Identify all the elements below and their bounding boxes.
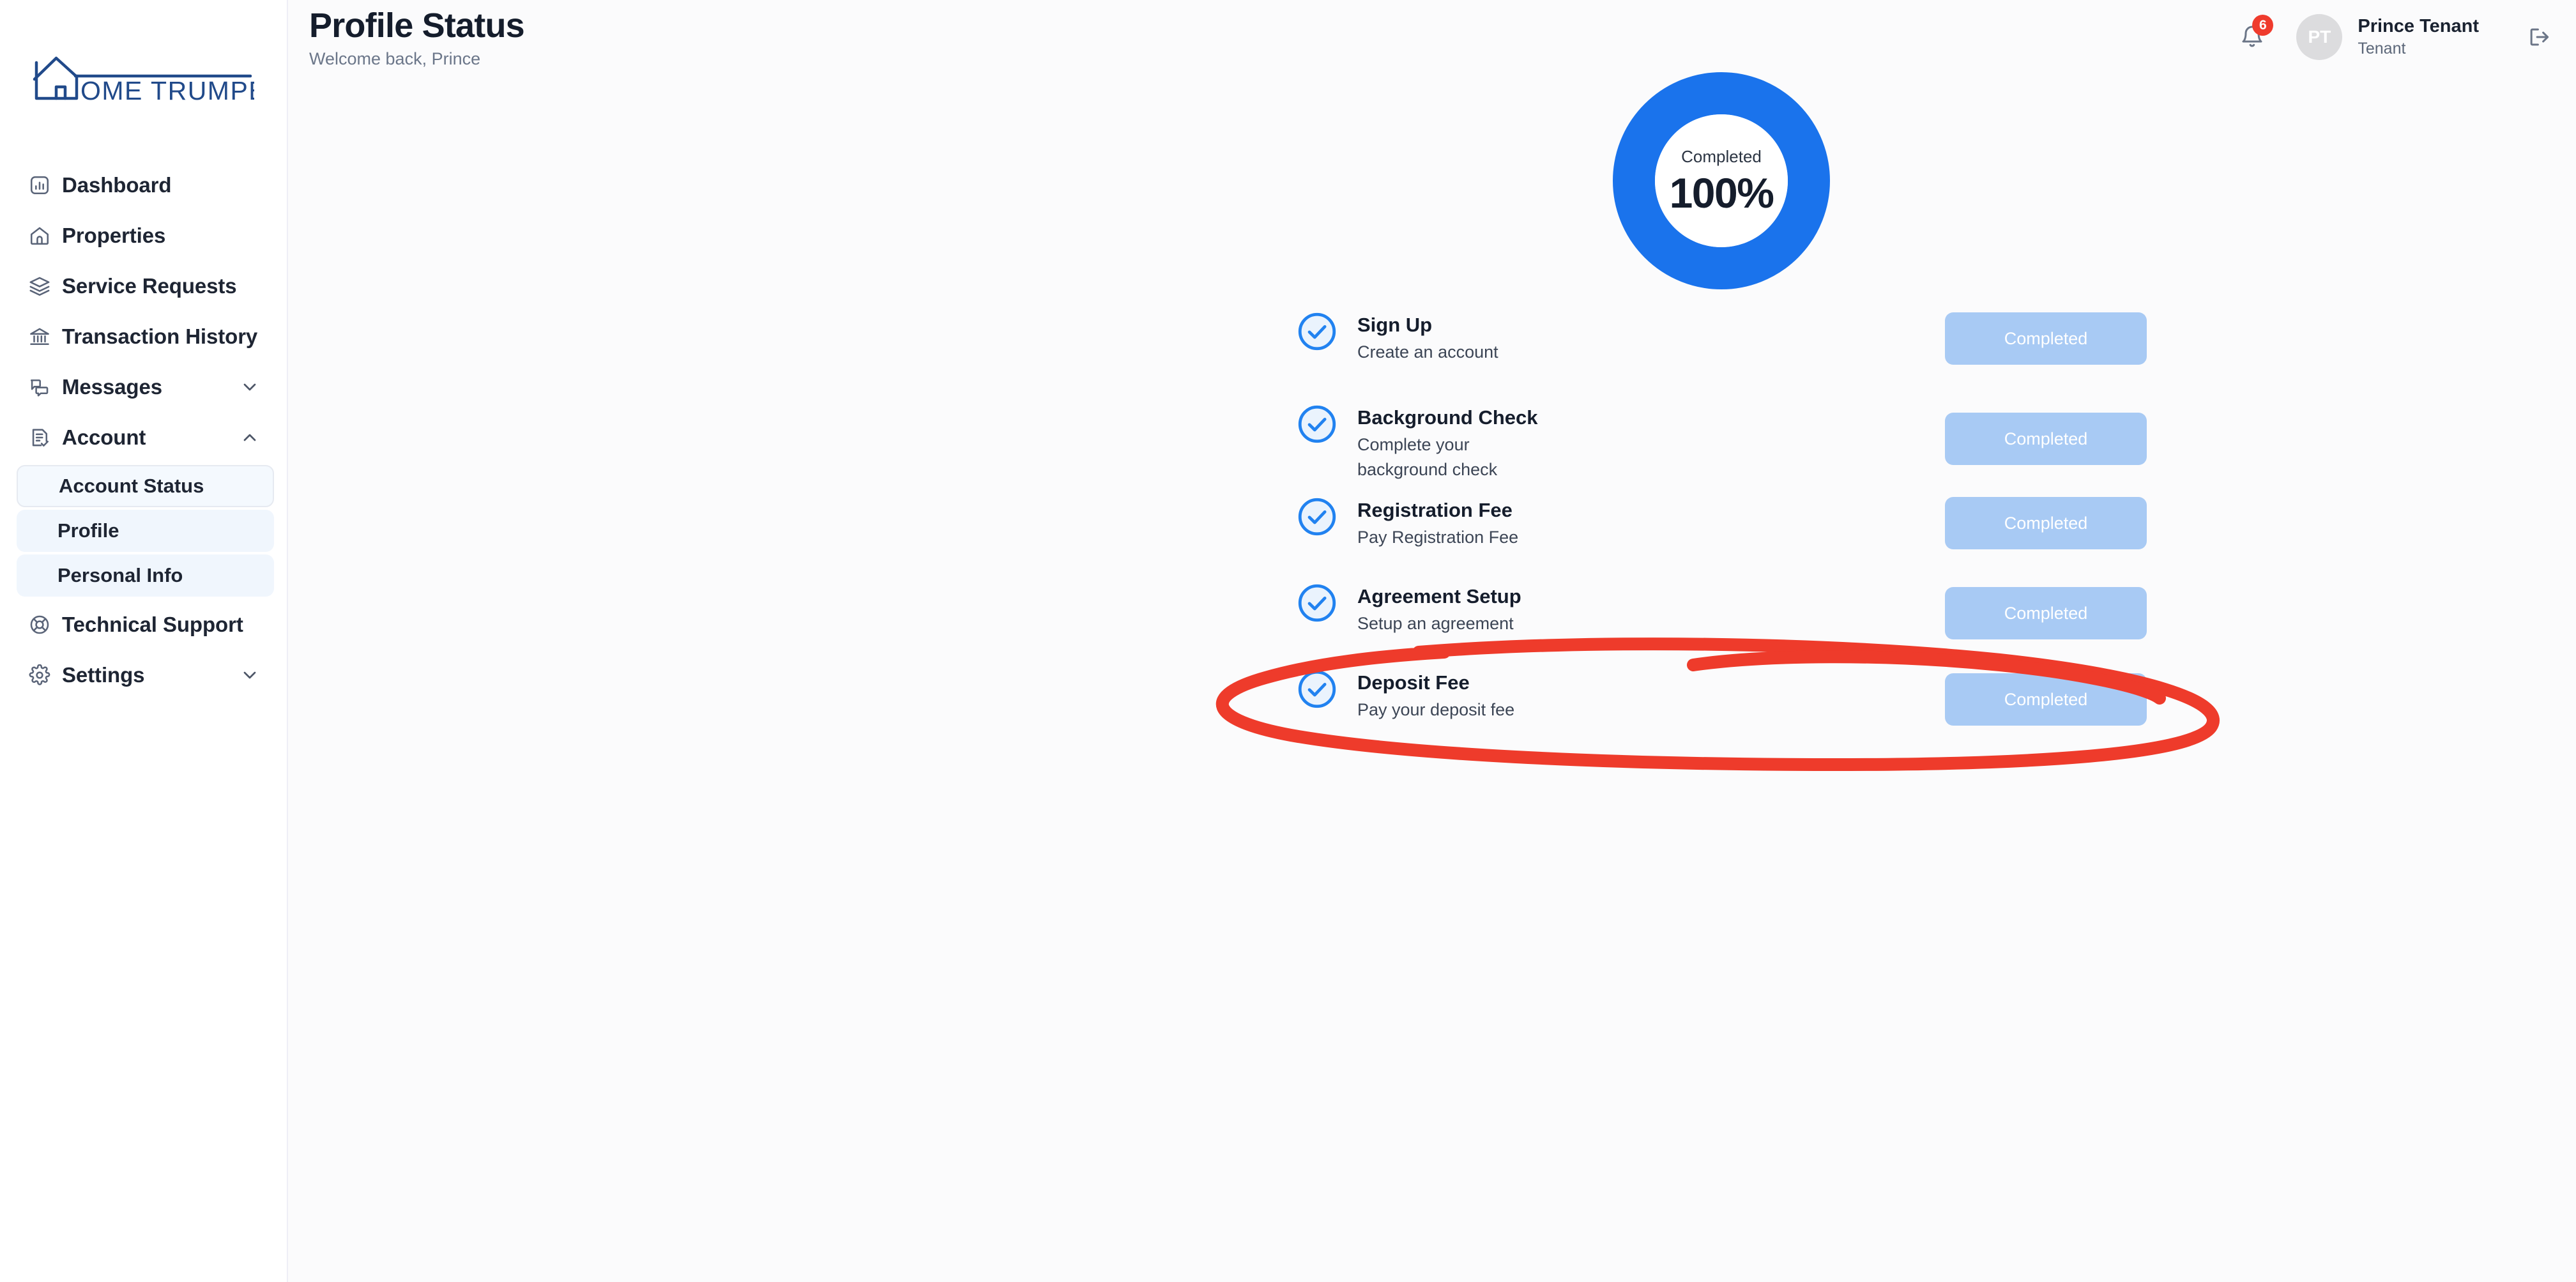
check-circle-icon: [1297, 669, 1337, 709]
checklist-step-title: Registration Fee: [1357, 499, 1513, 521]
checklist-step-title: Agreement Setup: [1357, 585, 1521, 607]
check-circle-icon: [1297, 404, 1337, 444]
user-info[interactable]: Prince Tenant Tenant: [2358, 16, 2479, 57]
checklist-row-text: Sign Up Create an account: [1357, 312, 1498, 365]
onboarding-checklist: Sign Up Create an account Completed Back…: [1297, 312, 2147, 756]
user-name: Prince Tenant: [2358, 16, 2479, 37]
document-check-icon: [22, 427, 57, 448]
progress-ring-graphic: [1613, 72, 1830, 289]
sidebar-item-label: Settings: [62, 662, 145, 687]
user-role: Tenant: [2358, 39, 2406, 57]
user-area: 6 PT Prince Tenant Tenant: [2232, 0, 2576, 60]
checklist-row-info: Registration Fee Pay Registration Fee: [1297, 497, 1945, 550]
page-header: Profile Status Welcome back, Prince 6 PT…: [288, 0, 2576, 75]
app-root: OME TRUMPETER Dashboard: [0, 0, 2576, 1282]
logout-icon: [2530, 28, 2549, 46]
sidebar: OME TRUMPETER Dashboard: [0, 0, 288, 1282]
checklist-row-info: Deposit Fee Pay your deposit fee: [1297, 669, 1945, 722]
sidebar-item-technical-support[interactable]: Technical Support: [0, 599, 287, 650]
checklist-step-title: Sign Up: [1357, 314, 1433, 336]
check-circle-icon: [1297, 312, 1337, 351]
sidebar-item-label: Messages: [62, 374, 162, 399]
main-content: Profile Status Welcome back, Prince 6 PT…: [288, 0, 2576, 1282]
sidebar-item-messages[interactable]: Messages: [0, 362, 287, 412]
checklist-row-info: Sign Up Create an account: [1297, 312, 1945, 365]
sidebar-nav: Dashboard Properties Service Requests Tr…: [0, 160, 287, 700]
checklist-row-text: Agreement Setup Setup an agreement: [1357, 583, 1521, 636]
sidebar-item-properties[interactable]: Properties: [0, 210, 287, 261]
house-icon: [22, 225, 57, 247]
sidebar-item-label: Technical Support: [62, 612, 243, 636]
bank-icon: [22, 326, 57, 347]
checklist-row-info: Background Check Complete your backgroun…: [1297, 404, 1945, 482]
sidebar-item-label: Dashboard: [62, 172, 172, 197]
page-heading: Profile Status Welcome back, Prince: [288, 0, 525, 69]
bar-chart-icon: [22, 174, 57, 196]
notifications-button[interactable]: 6: [2232, 15, 2274, 57]
chevron-up-icon[interactable]: [240, 427, 260, 448]
page-subtitle: Welcome back, Prince: [309, 49, 481, 69]
page-title: Profile Status: [309, 6, 525, 45]
sidebar-item-profile[interactable]: Profile: [17, 510, 274, 552]
check-circle-icon: [1297, 583, 1337, 623]
checklist-row: Agreement Setup Setup an agreement Compl…: [1297, 583, 2147, 669]
chat-bubbles-icon: [22, 376, 57, 398]
layers-icon: [22, 275, 57, 297]
sidebar-item-label: Properties: [62, 223, 166, 247]
chevron-down-icon[interactable]: [240, 377, 260, 397]
checklist-row: Sign Up Create an account Completed: [1297, 312, 2147, 404]
sidebar-item-settings[interactable]: Settings: [0, 650, 287, 700]
sidebar-item-account-status[interactable]: Account Status: [17, 465, 274, 507]
checklist-step-description: Pay your deposit fee: [1357, 700, 1515, 720]
brand-logo[interactable]: OME TRUMPETER: [0, 0, 287, 160]
chevron-down-icon[interactable]: [240, 665, 260, 685]
sidebar-item-personal-info[interactable]: Personal Info: [17, 554, 274, 597]
sidebar-item-dashboard[interactable]: Dashboard: [0, 160, 287, 210]
home-trumpeter-logo-icon: OME TRUMPETER: [33, 56, 254, 105]
checklist-row: Registration Fee Pay Registration Fee Co…: [1297, 497, 2147, 583]
sidebar-subitem-label: Personal Info: [57, 564, 183, 586]
checklist-row: Background Check Complete your backgroun…: [1297, 404, 2147, 497]
gear-icon: [22, 664, 57, 686]
sidebar-item-service-requests[interactable]: Service Requests: [0, 261, 287, 311]
sidebar-item-label: Service Requests: [62, 273, 237, 298]
checklist-status-button[interactable]: Completed: [1945, 413, 2147, 465]
sidebar-item-transaction-history[interactable]: Transaction History: [0, 311, 287, 362]
checklist-status-button[interactable]: Completed: [1945, 587, 2147, 639]
lifebuoy-icon: [22, 614, 57, 636]
checklist-step-description: Create an account: [1357, 342, 1498, 362]
checklist-row-text: Background Check Complete your backgroun…: [1357, 404, 1549, 482]
checklist-row-info: Agreement Setup Setup an agreement: [1297, 583, 1945, 636]
checklist-step-description: Pay Registration Fee: [1357, 528, 1519, 547]
avatar[interactable]: PT: [2296, 14, 2343, 60]
checklist-step-description: Setup an agreement: [1357, 614, 1514, 634]
check-circle-icon: [1297, 497, 1337, 537]
profile-completion-ring: Completed 100%: [1613, 72, 1830, 289]
sidebar-item-label: Transaction History: [62, 324, 258, 348]
sidebar-item-account[interactable]: Account: [0, 412, 287, 462]
sidebar-subitem-label: Account Status: [59, 475, 204, 497]
svg-text:OME TRUMPETER: OME TRUMPETER: [80, 76, 254, 105]
checklist-row-text: Deposit Fee Pay your deposit fee: [1357, 669, 1514, 722]
checklist-step-title: Background Check: [1357, 406, 1538, 429]
checklist-status-button[interactable]: Completed: [1945, 312, 2147, 365]
notification-count-badge: 6: [2252, 15, 2274, 36]
checklist-row-text: Registration Fee Pay Registration Fee: [1357, 497, 1518, 550]
sidebar-item-label: Account: [62, 425, 146, 449]
sidebar-subitem-label: Profile: [57, 519, 119, 542]
checklist-step-description: Complete your background check: [1357, 435, 1498, 479]
checklist-step-title: Deposit Fee: [1357, 671, 1470, 694]
checklist-status-button[interactable]: Completed: [1945, 497, 2147, 549]
logout-button[interactable]: [2521, 19, 2557, 55]
checklist-row: Deposit Fee Pay your deposit fee Complet…: [1297, 669, 2147, 756]
checklist-status-button[interactable]: Completed: [1945, 673, 2147, 726]
